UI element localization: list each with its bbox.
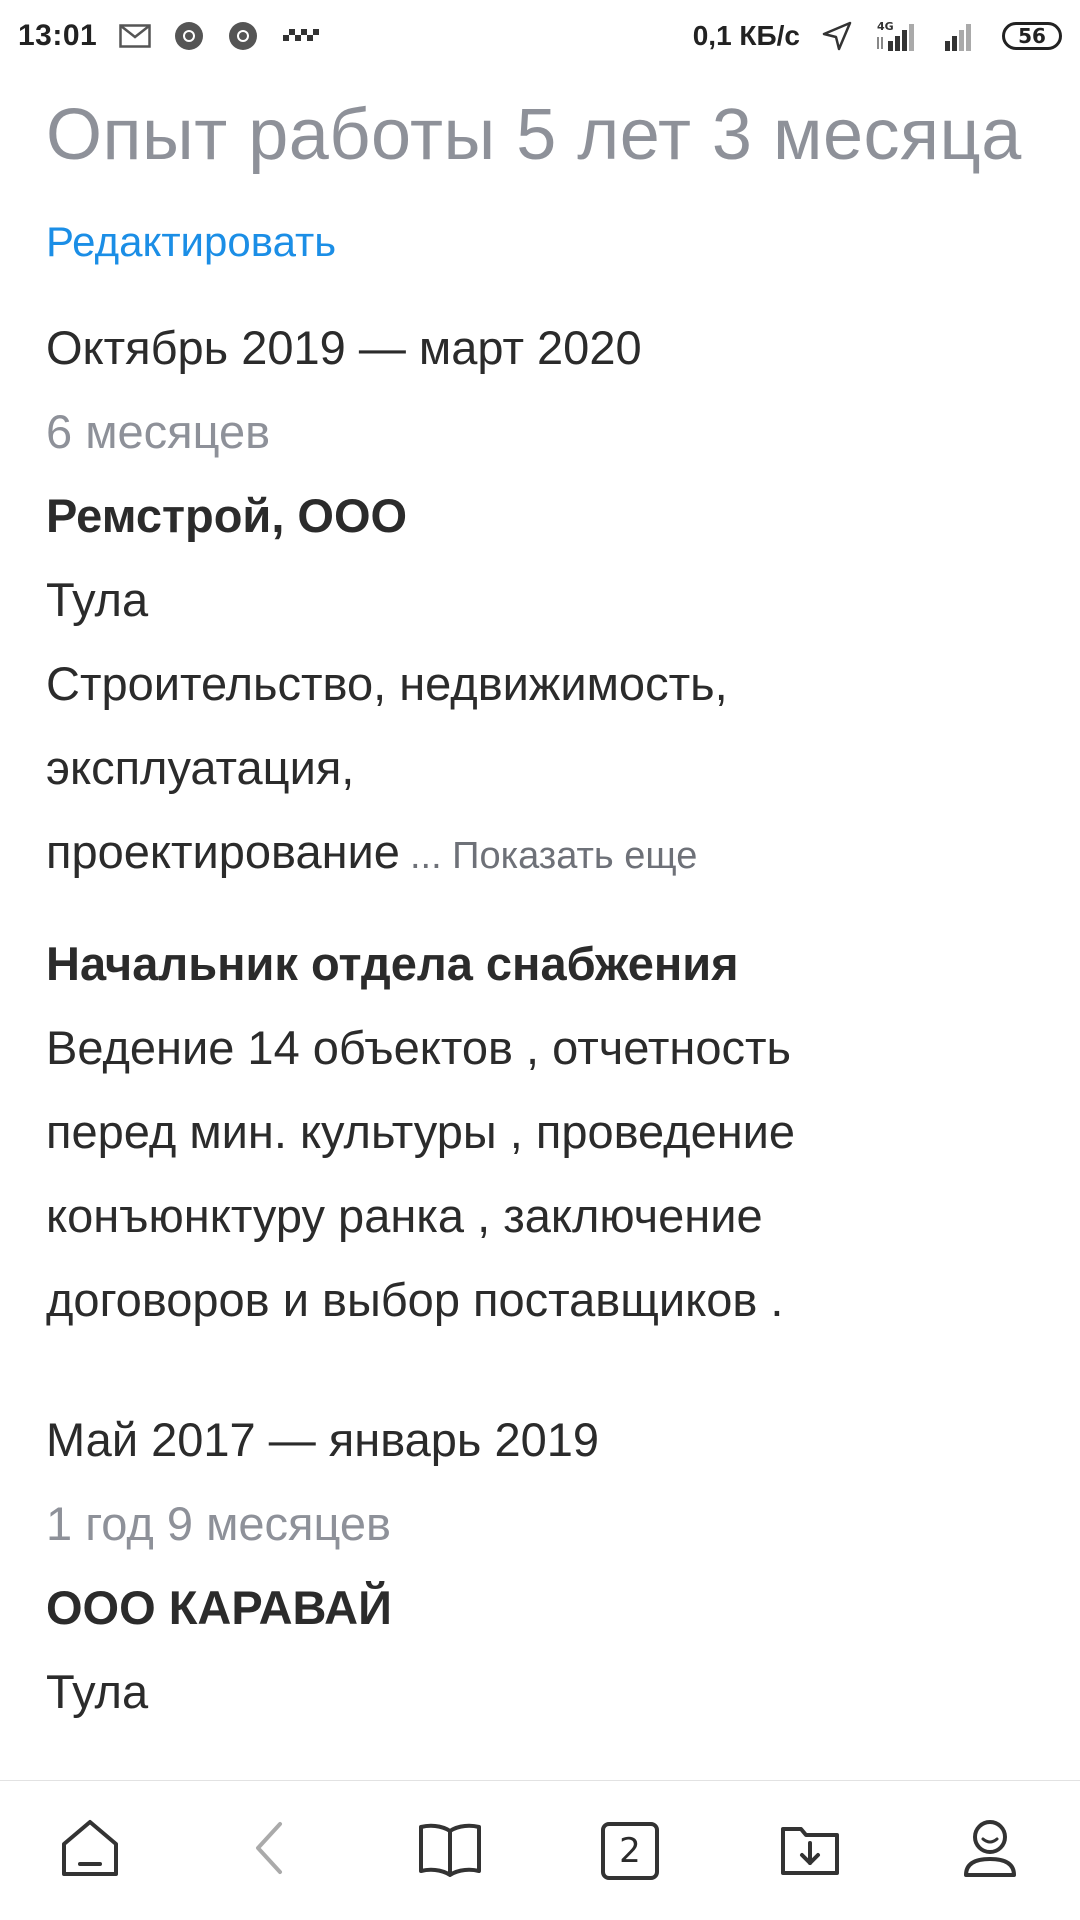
job-duration: 1 год 9 месяцев bbox=[46, 1497, 391, 1550]
job-description-line: Ведение 14 объектов , отчетность bbox=[46, 1021, 791, 1074]
downloads-icon bbox=[779, 1819, 841, 1882]
job-description: Ведение 14 объектов , отчетность перед м… bbox=[46, 1006, 1046, 1342]
chrome-icon bbox=[227, 20, 259, 52]
job-city: Тула bbox=[46, 1665, 149, 1718]
job-company: ООО КАРАВАЙ bbox=[46, 1581, 392, 1634]
location-arrow-icon bbox=[822, 21, 852, 51]
status-time: 13:01 bbox=[18, 19, 98, 52]
bottom-navigation: 2 bbox=[0, 1780, 1080, 1920]
profile-button[interactable] bbox=[930, 1791, 1050, 1911]
job-period: Октябрь 2019 — март 2020 bbox=[46, 321, 642, 374]
job-description-line: перед мин. культуры , проведение bbox=[46, 1105, 796, 1158]
job-industry-line: проектирование bbox=[46, 825, 400, 878]
edit-link[interactable]: Редактировать bbox=[46, 214, 336, 270]
job-description-line: конъюнктуру ранка , заключение bbox=[46, 1189, 763, 1242]
taxi-icon bbox=[281, 25, 320, 47]
downloads-button[interactable] bbox=[750, 1791, 870, 1911]
job-industry: Строительство, недвижимость, эксплуатаци… bbox=[46, 642, 1046, 898]
status-left: 13:01 bbox=[18, 19, 320, 53]
signal-icon bbox=[942, 21, 980, 51]
job-industry-line: Строительство, недвижимость, bbox=[46, 657, 728, 710]
home-icon bbox=[58, 1818, 122, 1883]
show-more-link[interactable]: ... Показать еще bbox=[410, 835, 697, 877]
job-industry-line-last: проектирование... Показать еще bbox=[46, 810, 1046, 898]
job-entry: Май 2017 — январь 2019 1 год 9 месяцев О… bbox=[46, 1398, 1046, 1734]
signal-4g-icon: 4G bbox=[874, 19, 920, 53]
job-description-line: договоров и выбор поставщиков . bbox=[46, 1273, 784, 1326]
status-bar: 13:01 0,1 КБ/с 4G 56 bbox=[0, 0, 1080, 72]
job-entry: Октябрь 2019 — март 2020 6 месяцев Ремст… bbox=[46, 306, 1046, 1342]
tabs-icon: 2 bbox=[601, 1821, 659, 1880]
mail-icon bbox=[119, 24, 151, 48]
status-right: 0,1 КБ/с 4G 56 bbox=[693, 19, 1062, 53]
home-button[interactable] bbox=[30, 1791, 150, 1911]
job-position: Начальник отдела снабжения bbox=[46, 937, 739, 990]
job-city: Тула bbox=[46, 573, 149, 626]
svg-text:4G: 4G bbox=[877, 20, 894, 33]
chrome-icon bbox=[173, 20, 205, 52]
bookmarks-button[interactable] bbox=[390, 1791, 510, 1911]
job-duration: 6 месяцев bbox=[46, 405, 271, 458]
job-company: Ремстрой, ООО bbox=[46, 489, 408, 542]
job-period: Май 2017 — январь 2019 bbox=[46, 1413, 600, 1466]
job-industry-line: эксплуатация, bbox=[46, 741, 355, 794]
back-button[interactable] bbox=[210, 1791, 330, 1911]
page-title: Опыт работы 5 лет 3 месяца bbox=[46, 95, 1022, 175]
profile-icon bbox=[961, 1817, 1019, 1884]
network-speed: 0,1 КБ/с bbox=[692, 20, 800, 51]
back-icon bbox=[250, 1818, 290, 1883]
tabs-button[interactable]: 2 bbox=[570, 1791, 690, 1911]
tabs-count: 2 bbox=[619, 1830, 641, 1871]
bookmarks-icon bbox=[417, 1819, 483, 1882]
battery-indicator: 56 bbox=[1002, 22, 1062, 50]
experience-section: Опыт работы 5 лет 3 месяца Редактировать… bbox=[46, 80, 1046, 1734]
